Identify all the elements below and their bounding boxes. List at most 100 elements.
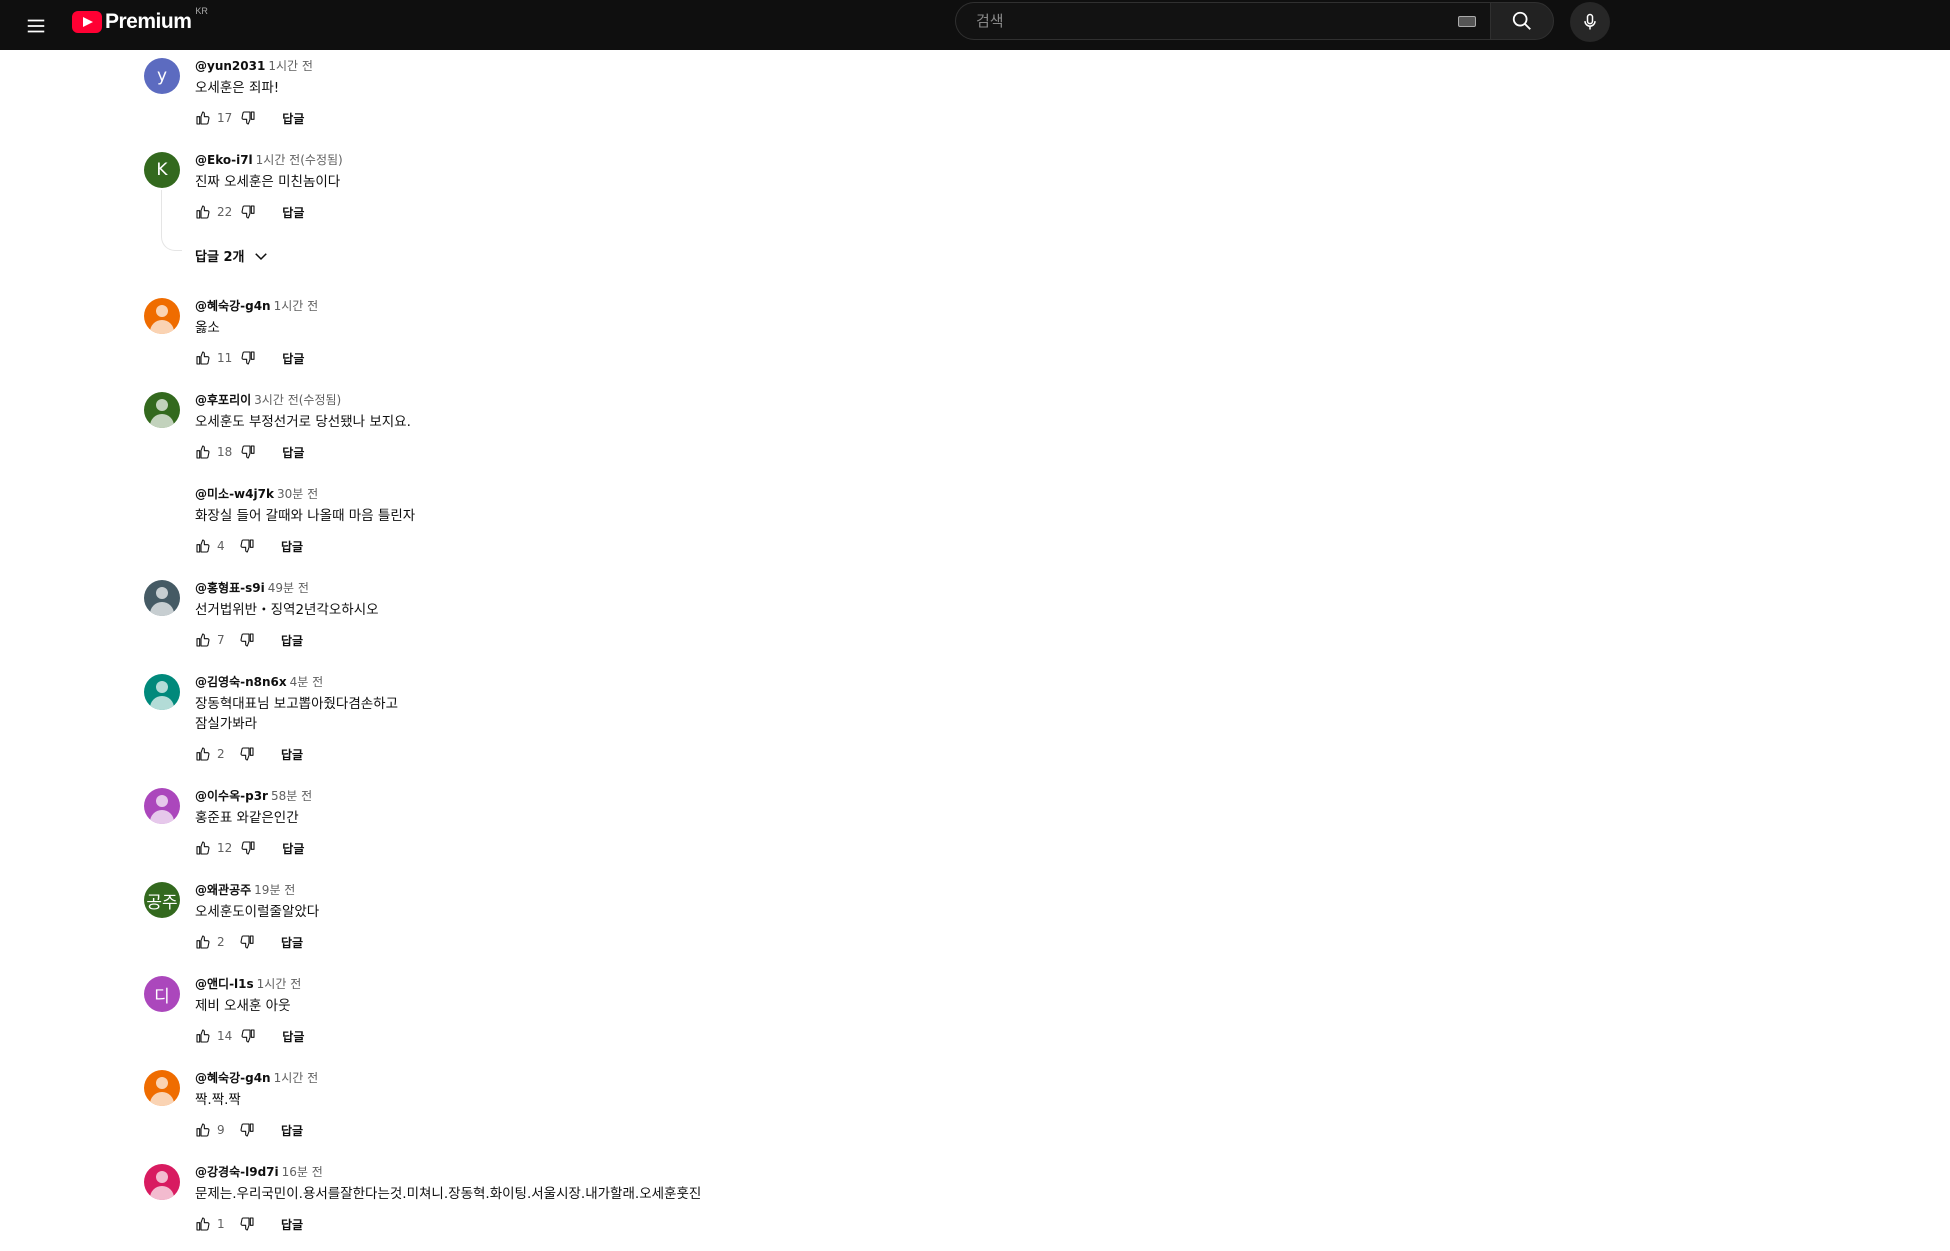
- like-button[interactable]: [195, 204, 211, 220]
- avatar[interactable]: 디: [144, 976, 180, 1012]
- thumbs-up-icon: [195, 204, 211, 220]
- reply-button[interactable]: 답글: [281, 632, 303, 649]
- thumbs-up-icon: [195, 444, 211, 460]
- default-avatar-body: [150, 1186, 174, 1200]
- comment-author[interactable]: @이수옥-p3r: [195, 789, 268, 803]
- like-button[interactable]: [195, 632, 211, 648]
- thumbs-up-icon: [195, 1028, 211, 1044]
- reply-button[interactable]: 답글: [282, 110, 304, 127]
- dislike-button[interactable]: [239, 538, 255, 554]
- keyboard-icon[interactable]: [1458, 16, 1476, 27]
- youtube-premium-logo[interactable]: Premium KR: [72, 6, 208, 34]
- like-count: 18: [217, 445, 233, 459]
- comment-text: 장동혁대표님 보고뽑아줬다겸손하고 잠실가봐라: [195, 696, 399, 732]
- comment-author[interactable]: @미소-w4j7k: [195, 487, 274, 501]
- like-button[interactable]: [195, 350, 211, 366]
- comment-actions: 2 답글: [195, 744, 303, 764]
- like-button[interactable]: [195, 538, 211, 554]
- reply-button[interactable]: 답글: [282, 444, 304, 461]
- avatar[interactable]: K: [144, 152, 180, 188]
- search-button[interactable]: [1490, 2, 1554, 40]
- thumbs-up-icon: [195, 110, 211, 126]
- dislike-button[interactable]: [240, 350, 256, 366]
- reply-button[interactable]: 답글: [282, 204, 304, 221]
- like-count: 1: [217, 1217, 225, 1231]
- avatar[interactable]: y: [144, 58, 180, 94]
- like-button[interactable]: [195, 1122, 211, 1138]
- dislike-button[interactable]: [240, 840, 256, 856]
- comment-author[interactable]: @강경숙-l9d7i: [195, 1165, 279, 1179]
- reply-button[interactable]: 답글: [281, 1122, 303, 1139]
- comment-time[interactable]: 30분 전: [277, 487, 318, 501]
- avatar[interactable]: 공주: [144, 882, 180, 918]
- comment-actions: 7 답글: [195, 630, 303, 650]
- like-button[interactable]: [195, 110, 211, 126]
- reply-button[interactable]: 답글: [281, 538, 303, 555]
- dislike-button[interactable]: [240, 444, 256, 460]
- reply-button[interactable]: 답글: [281, 746, 303, 763]
- menu-button[interactable]: [22, 12, 50, 40]
- avatar[interactable]: [144, 392, 180, 428]
- thumbs-up-icon: [195, 1122, 211, 1138]
- dislike-button[interactable]: [239, 746, 255, 762]
- dislike-button[interactable]: [239, 1216, 255, 1232]
- comment-time[interactable]: 58분 전: [271, 789, 312, 803]
- comment-author[interactable]: @후포리이: [195, 393, 251, 407]
- comment-time[interactable]: 16분 전: [282, 1165, 323, 1179]
- comment-author[interactable]: @홍형표-s9i: [195, 581, 265, 595]
- avatar[interactable]: [144, 298, 180, 334]
- default-avatar-head: [156, 399, 168, 411]
- show-replies-button[interactable]: 답글 2개: [195, 246, 270, 265]
- thumbs-down-icon: [239, 1122, 255, 1138]
- comment-time[interactable]: 1시간 전: [257, 977, 302, 991]
- reply-button[interactable]: 답글: [281, 1216, 303, 1233]
- comment-time[interactable]: 1시간 전: [268, 59, 313, 73]
- dislike-button[interactable]: [240, 110, 256, 126]
- reply-button[interactable]: 답글: [282, 840, 304, 857]
- like-button[interactable]: [195, 746, 211, 762]
- thumbs-down-icon: [240, 444, 256, 460]
- comment-time[interactable]: 1시간 전(수정됨): [256, 153, 343, 167]
- comment-time[interactable]: 1시간 전: [274, 299, 319, 313]
- comment-author[interactable]: @yun2031: [195, 59, 265, 73]
- avatar[interactable]: [144, 788, 180, 824]
- reply-button[interactable]: 답글: [282, 350, 304, 367]
- dislike-button[interactable]: [239, 934, 255, 950]
- like-button[interactable]: [195, 1028, 211, 1044]
- like-button[interactable]: [195, 934, 211, 950]
- comment-time[interactable]: 1시간 전: [274, 1071, 319, 1085]
- dislike-button[interactable]: [239, 1122, 255, 1138]
- avatar[interactable]: [144, 1070, 180, 1106]
- like-button[interactable]: [195, 444, 211, 460]
- search-input[interactable]: [974, 11, 1418, 31]
- comment-author[interactable]: @김영숙-n8n6x: [195, 675, 287, 689]
- avatar[interactable]: [144, 1164, 180, 1200]
- comment-meta: @혜숙강-g4n 1시간 전: [195, 1070, 318, 1086]
- avatar[interactable]: [144, 674, 180, 710]
- comment-time[interactable]: 4분 전: [290, 675, 324, 689]
- reply-button[interactable]: 답글: [281, 934, 303, 951]
- like-button[interactable]: [195, 1216, 211, 1232]
- comment-author[interactable]: @혜숙강-g4n: [195, 299, 271, 313]
- dislike-button[interactable]: [240, 1028, 256, 1044]
- dislike-button[interactable]: [239, 632, 255, 648]
- comment-actions: 12 답글: [195, 838, 304, 858]
- comment-author[interactable]: @Eko-i7l: [195, 153, 253, 167]
- reply-button[interactable]: 답글: [282, 1028, 304, 1045]
- voice-search-button[interactable]: [1570, 2, 1610, 42]
- comment-time[interactable]: 19분 전: [254, 883, 295, 897]
- comment-author[interactable]: @앤디-l1s: [195, 977, 254, 991]
- search-bar: [955, 2, 1554, 40]
- avatar[interactable]: [144, 580, 180, 616]
- comment-actions: 18 답글: [195, 442, 304, 462]
- comment-author[interactable]: @왜관공주: [195, 883, 251, 897]
- comment-time[interactable]: 49분 전: [268, 581, 309, 595]
- comment-author[interactable]: @혜숙강-g4n: [195, 1071, 271, 1085]
- comment-actions: 9 답글: [195, 1120, 303, 1140]
- comment-time[interactable]: 3시간 전(수정됨): [254, 393, 341, 407]
- default-avatar-body: [150, 414, 174, 428]
- thumbs-down-icon: [240, 840, 256, 856]
- comment-actions: 11 답글: [195, 348, 304, 368]
- dislike-button[interactable]: [240, 204, 256, 220]
- like-button[interactable]: [195, 840, 211, 856]
